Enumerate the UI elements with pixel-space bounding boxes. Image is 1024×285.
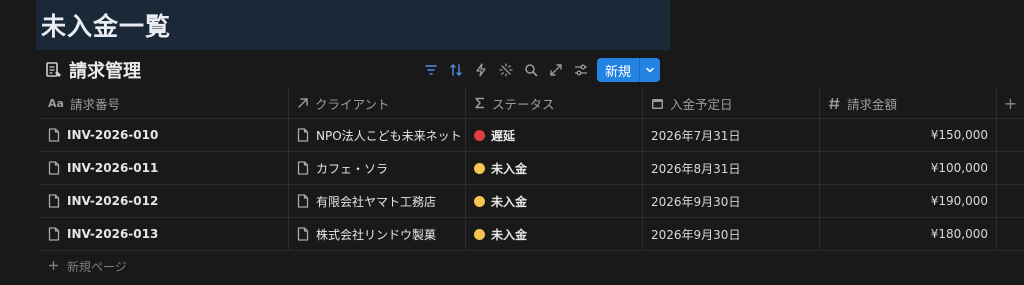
due-date-cell[interactable]: 2026年9月30日 — [643, 218, 820, 250]
status-cell: 遅延 — [466, 119, 643, 151]
table-row[interactable]: INV-2026-010 NPO法人こども未来ネット 遅延 2026年7月31日… — [40, 119, 1024, 152]
add-column-button[interactable]: + — [997, 88, 1024, 118]
client-cell[interactable]: NPO法人こども未来ネット — [289, 119, 466, 151]
amount-cell[interactable]: ¥180,000 — [820, 218, 997, 250]
new-page-label: 新規ページ — [67, 260, 127, 274]
new-page-button[interactable]: 新規ページ — [48, 258, 127, 275]
table-row[interactable]: INV-2026-012 有限会社ヤマト工務店 未入金 2026年9月30日 ¥… — [40, 185, 1024, 218]
database-table: Aa 請求番号 クライアント ステータス 入金予定日 請求金額 + INV-20… — [40, 88, 1024, 251]
column-header-client[interactable]: クライアント — [289, 88, 466, 118]
status-dot — [474, 129, 485, 141]
status-dot — [474, 195, 485, 207]
automation-icon[interactable] — [468, 58, 493, 82]
page-title: 未入金一覧 — [41, 12, 172, 41]
chevron-down-icon[interactable] — [640, 58, 660, 82]
database-title[interactable]: 請求管理 — [69, 57, 141, 83]
status-cell: 未入金 — [466, 185, 643, 217]
empty-cell — [997, 152, 1024, 184]
database-header: 請求管理 — [45, 56, 141, 84]
search-icon[interactable] — [518, 58, 543, 82]
empty-cell — [997, 218, 1024, 250]
table-row[interactable]: INV-2026-011 カフェ・ソラ 未入金 2026年8月31日 ¥100,… — [40, 152, 1024, 185]
client-cell[interactable]: 有限会社ヤマト工務店 — [289, 185, 466, 217]
page-icon — [48, 161, 60, 175]
client-cell[interactable]: カフェ・ソラ — [289, 152, 466, 184]
empty-cell — [997, 185, 1024, 217]
empty-cell — [997, 119, 1024, 151]
amount-cell[interactable]: ¥150,000 — [820, 119, 997, 151]
invoice-number-cell[interactable]: INV-2026-010 — [40, 119, 289, 151]
amount-cell[interactable]: ¥100,000 — [820, 152, 997, 184]
amount-cell[interactable]: ¥190,000 — [820, 185, 997, 217]
due-date-cell[interactable]: 2026年7月31日 — [643, 119, 820, 151]
page-icon — [297, 227, 309, 241]
calendar-icon — [651, 97, 664, 110]
invoice-number-cell[interactable]: INV-2026-011 — [40, 152, 289, 184]
settings-icon[interactable] — [568, 58, 593, 82]
column-header-due-date[interactable]: 入金予定日 — [643, 88, 820, 118]
sort-icon[interactable] — [443, 58, 468, 82]
page-icon — [297, 128, 309, 142]
customize-icon[interactable] — [493, 58, 518, 82]
status-dot — [474, 162, 485, 174]
filter-icon[interactable] — [418, 58, 443, 82]
relation-icon — [297, 97, 309, 109]
plus-icon — [48, 260, 59, 274]
plus-icon: + — [1003, 93, 1018, 113]
page-icon — [48, 194, 60, 208]
database-toolbar: 新規 — [418, 57, 661, 83]
page-icon — [48, 128, 60, 142]
column-header-status[interactable]: ステータス — [466, 88, 643, 118]
status-cell: 未入金 — [466, 152, 643, 184]
page-icon — [48, 227, 60, 241]
table-header-row: Aa 請求番号 クライアント ステータス 入金予定日 請求金額 + — [40, 88, 1024, 119]
page-icon — [297, 161, 309, 175]
title-icon: Aa — [48, 97, 64, 109]
table-row[interactable]: INV-2026-013 株式会社リンドウ製菓 未入金 2026年9月30日 ¥… — [40, 218, 1024, 251]
client-cell[interactable]: 株式会社リンドウ製菓 — [289, 218, 466, 250]
status-cell: 未入金 — [466, 218, 643, 250]
column-header-invoice-number[interactable]: Aa 請求番号 — [40, 88, 289, 118]
number-icon — [828, 97, 841, 110]
due-date-cell[interactable]: 2026年9月30日 — [643, 185, 820, 217]
column-header-amount[interactable]: 請求金額 — [820, 88, 997, 118]
svg-text:Aa: Aa — [48, 97, 64, 109]
new-button-group: 新規 — [597, 58, 661, 82]
page-banner: 未入金一覧 — [36, 0, 670, 50]
due-date-cell[interactable]: 2026年8月31日 — [643, 152, 820, 184]
page-icon — [297, 194, 309, 208]
invoice-number-cell[interactable]: INV-2026-012 — [40, 185, 289, 217]
database-icon — [45, 61, 63, 79]
status-dot — [474, 228, 485, 240]
invoice-number-cell[interactable]: INV-2026-013 — [40, 218, 289, 250]
formula-icon — [474, 97, 486, 109]
expand-icon[interactable] — [543, 58, 568, 82]
new-button[interactable]: 新規 — [597, 58, 641, 82]
